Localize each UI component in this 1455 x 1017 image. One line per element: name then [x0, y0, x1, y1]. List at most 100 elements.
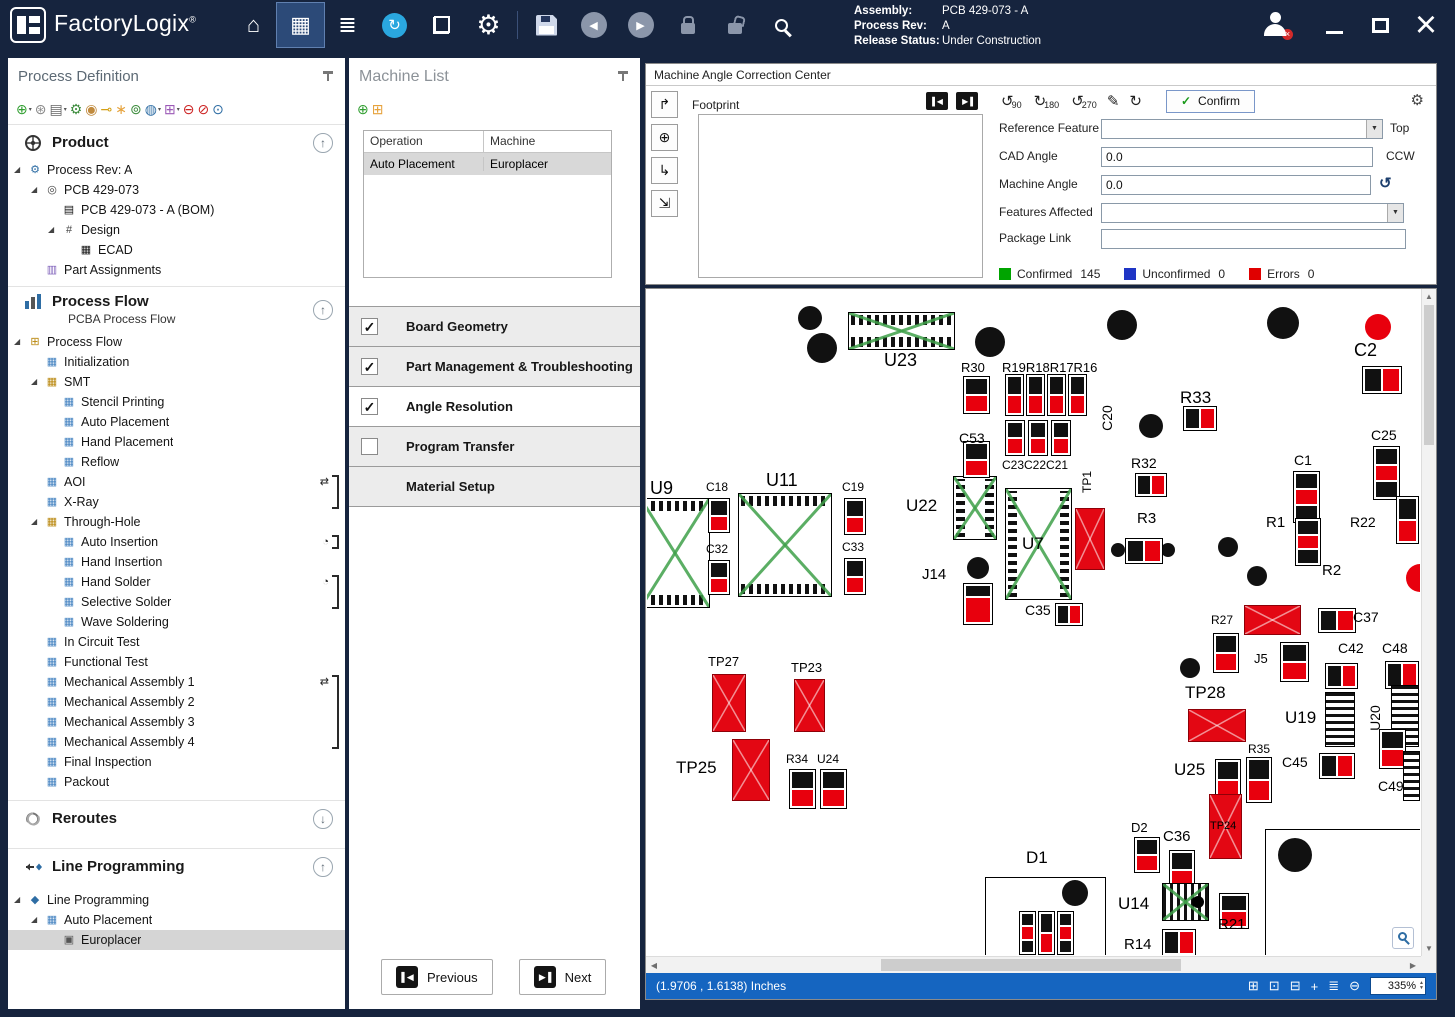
collapse-line-programming-button[interactable]: ↑ — [313, 857, 333, 877]
disable-icon[interactable]: ⊘ — [197, 101, 209, 118]
test-point[interactable] — [1075, 508, 1105, 570]
pcb-component[interactable] — [1318, 608, 1356, 633]
pcb-component[interactable] — [1362, 366, 1402, 394]
machine-angle-input[interactable]: 0.0 — [1101, 175, 1371, 195]
drill-hole[interactable] — [798, 306, 822, 330]
section-process-flow[interactable]: Process Flow ↑ PCBA Process Flow — [8, 286, 345, 332]
add-feature-button[interactable]: ⊕ — [651, 124, 678, 151]
pcb-component[interactable] — [789, 769, 816, 809]
forward-button[interactable]: ▶ — [617, 3, 664, 47]
scroll-left-icon[interactable]: ◀ — [646, 957, 662, 973]
pcb-component[interactable] — [1325, 692, 1355, 747]
zoom-level-control[interactable]: 335%▲▼ — [1370, 977, 1426, 995]
zoom-spinner[interactable]: ▲▼ — [1419, 981, 1425, 991]
collapse-product-button[interactable]: ↑ — [313, 133, 333, 153]
theme-icon[interactable]: ⊞▾ — [164, 101, 180, 118]
process-definition-button[interactable]: ▦ — [277, 3, 324, 47]
tree-item-mechanical-assembly-4[interactable]: ▦Mechanical Assembly 4 — [8, 732, 345, 752]
expander-icon[interactable]: ◢ — [31, 910, 44, 930]
pcb-component[interactable] — [844, 558, 866, 595]
checkbox[interactable]: ✓ — [361, 358, 378, 375]
back-button[interactable]: ◀ — [570, 3, 617, 47]
cad-angle-input[interactable]: 0.0 — [1101, 147, 1373, 167]
tree-item-line-programming[interactable]: ◢◆Line Programming — [8, 890, 345, 910]
pcb-component[interactable] — [1068, 374, 1087, 416]
expand-reroutes-button[interactable]: ↓ — [313, 809, 333, 829]
test-point[interactable] — [732, 739, 770, 801]
tree-item-x-ray[interactable]: ▦X-Ray — [8, 492, 345, 512]
tree-item-hand-insertion[interactable]: ▦Hand Insertion — [8, 552, 345, 572]
test-point[interactable] — [1244, 605, 1301, 635]
expander-icon[interactable]: ◢ — [14, 890, 27, 910]
tree-item-reflow[interactable]: ▦Reflow — [8, 452, 345, 472]
pcb-component[interactable] — [1057, 911, 1074, 955]
wizard-step-board-geometry[interactable]: ✓Board Geometry — [349, 307, 640, 347]
pcb-component[interactable] — [1026, 374, 1045, 416]
drill-hole[interactable] — [1267, 307, 1299, 339]
pan-icon[interactable]: + — [1311, 978, 1319, 994]
lock-button[interactable] — [664, 3, 711, 47]
pcb-component[interactable] — [1293, 471, 1320, 523]
wizard-step-material-setup[interactable]: Material Setup — [349, 467, 640, 507]
tree-item-hand-solder[interactable]: ▦Hand Solder◔ — [8, 572, 345, 592]
fiducial-red[interactable] — [1406, 564, 1420, 592]
unlock-button[interactable] — [711, 3, 758, 47]
tree-item-hand-placement[interactable]: ▦Hand Placement — [8, 432, 345, 452]
grid-icon[interactable]: ⊞ — [1248, 978, 1259, 994]
tree-item-mechanical-assembly-1[interactable]: ▦Mechanical Assembly 1⇄ — [8, 672, 345, 692]
pcb-component[interactable] — [820, 769, 847, 809]
pin-icon[interactable] — [618, 70, 628, 82]
pcb-component[interactable] — [1135, 473, 1167, 497]
edit-angle-icon[interactable]: ✎ — [1107, 92, 1120, 110]
tree-item-functional-test[interactable]: ▦Functional Test — [8, 652, 345, 672]
pcb-component[interactable] — [1055, 603, 1083, 626]
settings-button[interactable]: ⚙ — [465, 3, 512, 47]
user-account-button[interactable]: × — [1262, 12, 1290, 38]
chevron-down-icon[interactable]: ▼ — [1387, 204, 1403, 222]
info-icon[interactable]: ⊙ — [212, 101, 224, 118]
remove-icon[interactable]: ⊖ — [183, 101, 195, 118]
reset-angle-icon[interactable]: ↺ — [1379, 174, 1392, 192]
sync-button[interactable]: ↻ — [371, 3, 418, 47]
home-button[interactable]: ⌂ — [230, 3, 277, 47]
pcb-component[interactable] — [1183, 406, 1217, 431]
tree-item-selective-solder[interactable]: ▦Selective Solder — [8, 592, 345, 612]
tree-item-in-circuit-test[interactable]: ▦In Circuit Test — [8, 632, 345, 652]
drill-hole[interactable] — [975, 327, 1005, 357]
drill-hole[interactable] — [967, 557, 989, 579]
key-icon[interactable]: ⊸ — [101, 101, 113, 118]
section-reroutes[interactable]: Reroutes ↓ — [8, 800, 345, 836]
checkbox[interactable]: ✓ — [361, 398, 378, 415]
pcb-component[interactable] — [1134, 837, 1160, 873]
footprint-preview[interactable] — [698, 114, 983, 278]
drill-hole[interactable] — [807, 333, 837, 363]
pcb-canvas[interactable]: U23R30R19R18R17R16C2C53C23C22C21C20R33C2… — [647, 290, 1420, 955]
wizard-step-angle-resolution[interactable]: ✓Angle Resolution — [349, 387, 640, 427]
publish-icon[interactable]: ◍▾ — [145, 101, 161, 118]
scroll-up-icon[interactable]: ▲ — [1422, 292, 1436, 301]
layers-icon[interactable]: ≣ — [1328, 978, 1339, 994]
pcb-component[interactable] — [1373, 446, 1400, 500]
tree-item-design[interactable]: ◢#Design — [8, 220, 345, 240]
rotate-180-button[interactable]: ↻180 — [1034, 92, 1060, 110]
cycle-icon[interactable]: ↻ — [1129, 92, 1142, 110]
tree-item-packout[interactable]: ▦Packout — [8, 772, 345, 792]
zoom-tool-button[interactable] — [1392, 927, 1414, 949]
tree-item-auto-insertion[interactable]: ▦Auto Insertion◔ — [8, 532, 345, 552]
machine-row[interactable]: Auto PlacementEuroplacer — [364, 153, 611, 175]
horizontal-scroll-thumb[interactable] — [881, 959, 1181, 971]
tree-item-pcb-429-073-a-bom[interactable]: ▤PCB 429-073 - A (BOM) — [8, 200, 345, 220]
drill-hole[interactable] — [1247, 566, 1267, 586]
package-link-input[interactable] — [1101, 229, 1406, 249]
test-point[interactable] — [794, 679, 825, 732]
tree-item-initialization[interactable]: ▦Initialization — [8, 352, 345, 372]
correction-settings-icon[interactable]: ⚙ — [1411, 91, 1424, 109]
scroll-right-icon[interactable]: ▶ — [1405, 957, 1421, 973]
close-button[interactable]: × — [1403, 3, 1449, 47]
drill-hole[interactable] — [1218, 537, 1238, 557]
pcb-component[interactable] — [1213, 633, 1239, 673]
expander-icon[interactable]: ◢ — [14, 160, 27, 180]
pcb-component[interactable] — [1325, 663, 1358, 689]
rotate-step-button[interactable]: ↱ — [651, 91, 678, 118]
pcb-component[interactable] — [953, 476, 997, 540]
